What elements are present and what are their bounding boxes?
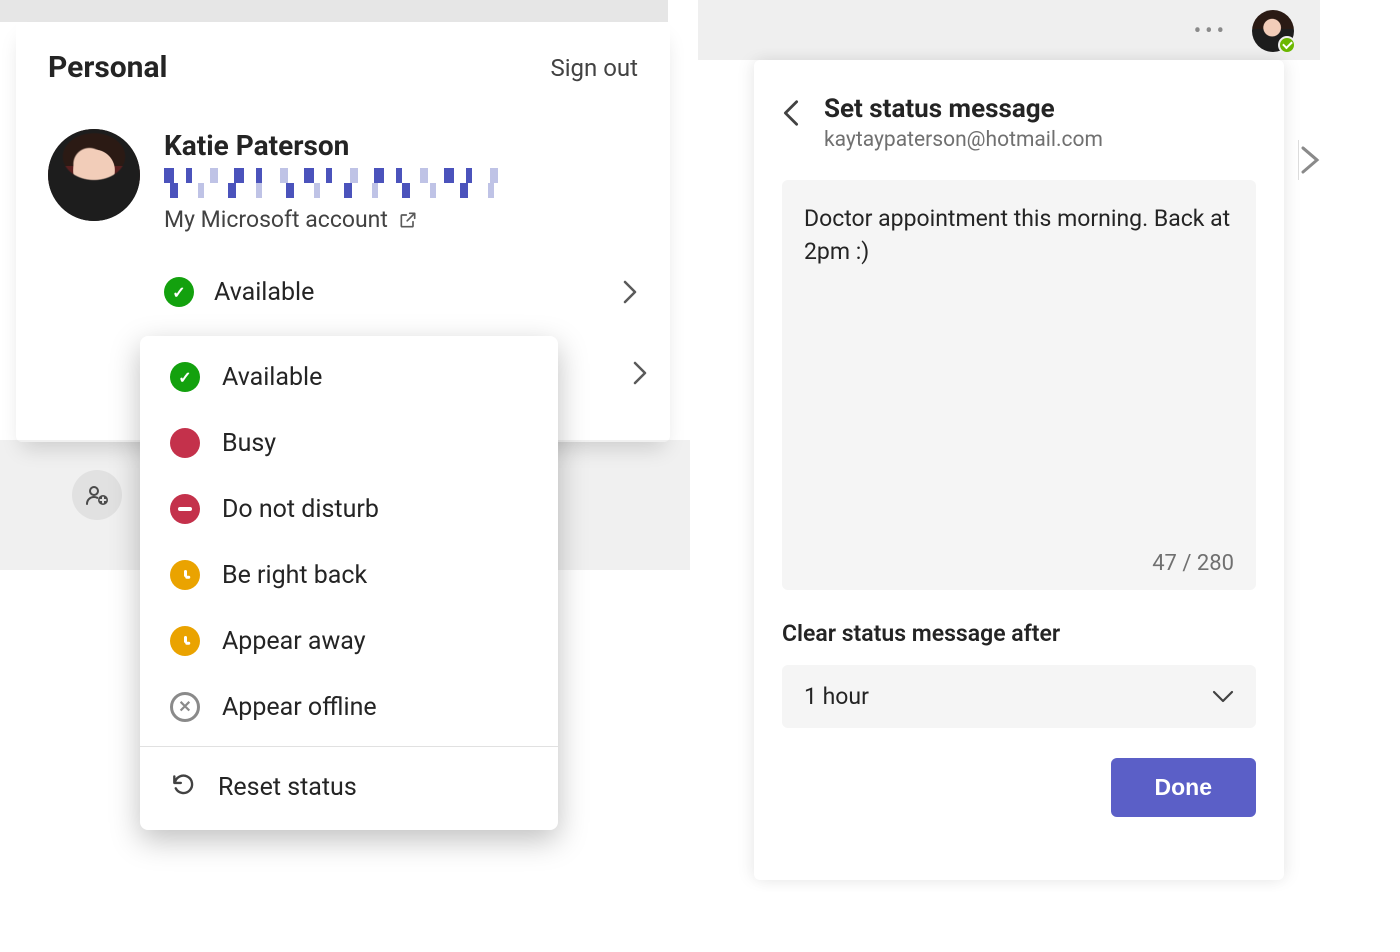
menu-divider — [140, 746, 558, 747]
available-icon: ✓ — [170, 362, 200, 392]
ms-account-label: My Microsoft account — [164, 206, 388, 233]
clear-after-select[interactable]: 1 hour — [782, 665, 1256, 728]
header-user-avatar[interactable] — [1252, 10, 1294, 52]
sign-out-link[interactable]: Sign out — [550, 50, 638, 82]
status-option-offline[interactable]: ✕ Appear offline — [140, 674, 558, 740]
open-external-icon — [398, 210, 418, 230]
status-message-text[interactable]: Doctor appointment this morning. Back at… — [804, 202, 1234, 551]
status-option-busy[interactable]: Busy — [140, 410, 558, 476]
status-panel-email: kaytaypaterson@hotmail.com — [824, 128, 1103, 152]
status-option-label: Appear away — [222, 627, 366, 656]
chevron-right-icon — [622, 279, 638, 305]
clear-after-value: 1 hour — [804, 683, 869, 710]
do-not-disturb-icon — [170, 494, 200, 524]
offline-icon: ✕ — [170, 692, 200, 722]
chevron-right-icon — [632, 360, 648, 386]
invite-people-icon[interactable] — [72, 470, 122, 520]
available-icon: ✓ — [164, 277, 194, 307]
user-name: Katie Paterson — [164, 129, 638, 162]
redacted-email — [164, 168, 514, 198]
set-status-message-panel: Set status message kaytaypaterson@hotmai… — [754, 60, 1284, 880]
status-option-brb[interactable]: Be right back — [140, 542, 558, 608]
presence-status-menu: ✓ Available Busy Do not disturb Be right bac… — [140, 336, 558, 830]
top-grey-bar — [0, 0, 668, 22]
status-option-label: Busy — [222, 429, 276, 458]
clear-after-label: Clear status message after — [782, 620, 1256, 647]
status-option-available[interactable]: ✓ Available — [140, 344, 558, 410]
away-icon — [170, 626, 200, 656]
status-panel-title: Set status message — [824, 94, 1103, 124]
status-option-label: Be right back — [222, 561, 367, 590]
current-status-row[interactable]: ✓ Available — [164, 263, 638, 321]
presence-badge-available-icon — [1278, 36, 1296, 54]
character-count: 47 / 280 — [1152, 551, 1234, 576]
status-option-label: Available — [222, 363, 322, 392]
status-option-dnd[interactable]: Do not disturb — [140, 476, 558, 542]
my-microsoft-account-link[interactable]: My Microsoft account — [164, 206, 638, 233]
done-button[interactable]: Done — [1111, 758, 1257, 817]
panel-title: Personal — [48, 50, 168, 85]
user-avatar[interactable] — [48, 129, 140, 221]
reset-icon — [170, 771, 196, 804]
reset-status-label: Reset status — [218, 773, 357, 802]
cropped-edge-fragment — [1298, 140, 1320, 180]
status-message-field[interactable]: Doctor appointment this morning. Back at… — [782, 180, 1256, 590]
status-option-away[interactable]: Appear away — [140, 608, 558, 674]
back-button[interactable] — [782, 94, 800, 128]
current-status-label: Available — [214, 278, 314, 307]
status-option-label: Do not disturb — [222, 495, 379, 524]
busy-icon — [170, 428, 200, 458]
reset-status-item[interactable]: Reset status — [140, 753, 558, 822]
more-options-icon[interactable]: ••• — [1194, 19, 1228, 44]
status-option-label: Appear offline — [222, 693, 377, 722]
chevron-down-icon — [1212, 683, 1234, 710]
personal-account-panel: Personal Sign out Katie Paterson My Micr… — [18, 22, 668, 389]
away-icon — [170, 560, 200, 590]
